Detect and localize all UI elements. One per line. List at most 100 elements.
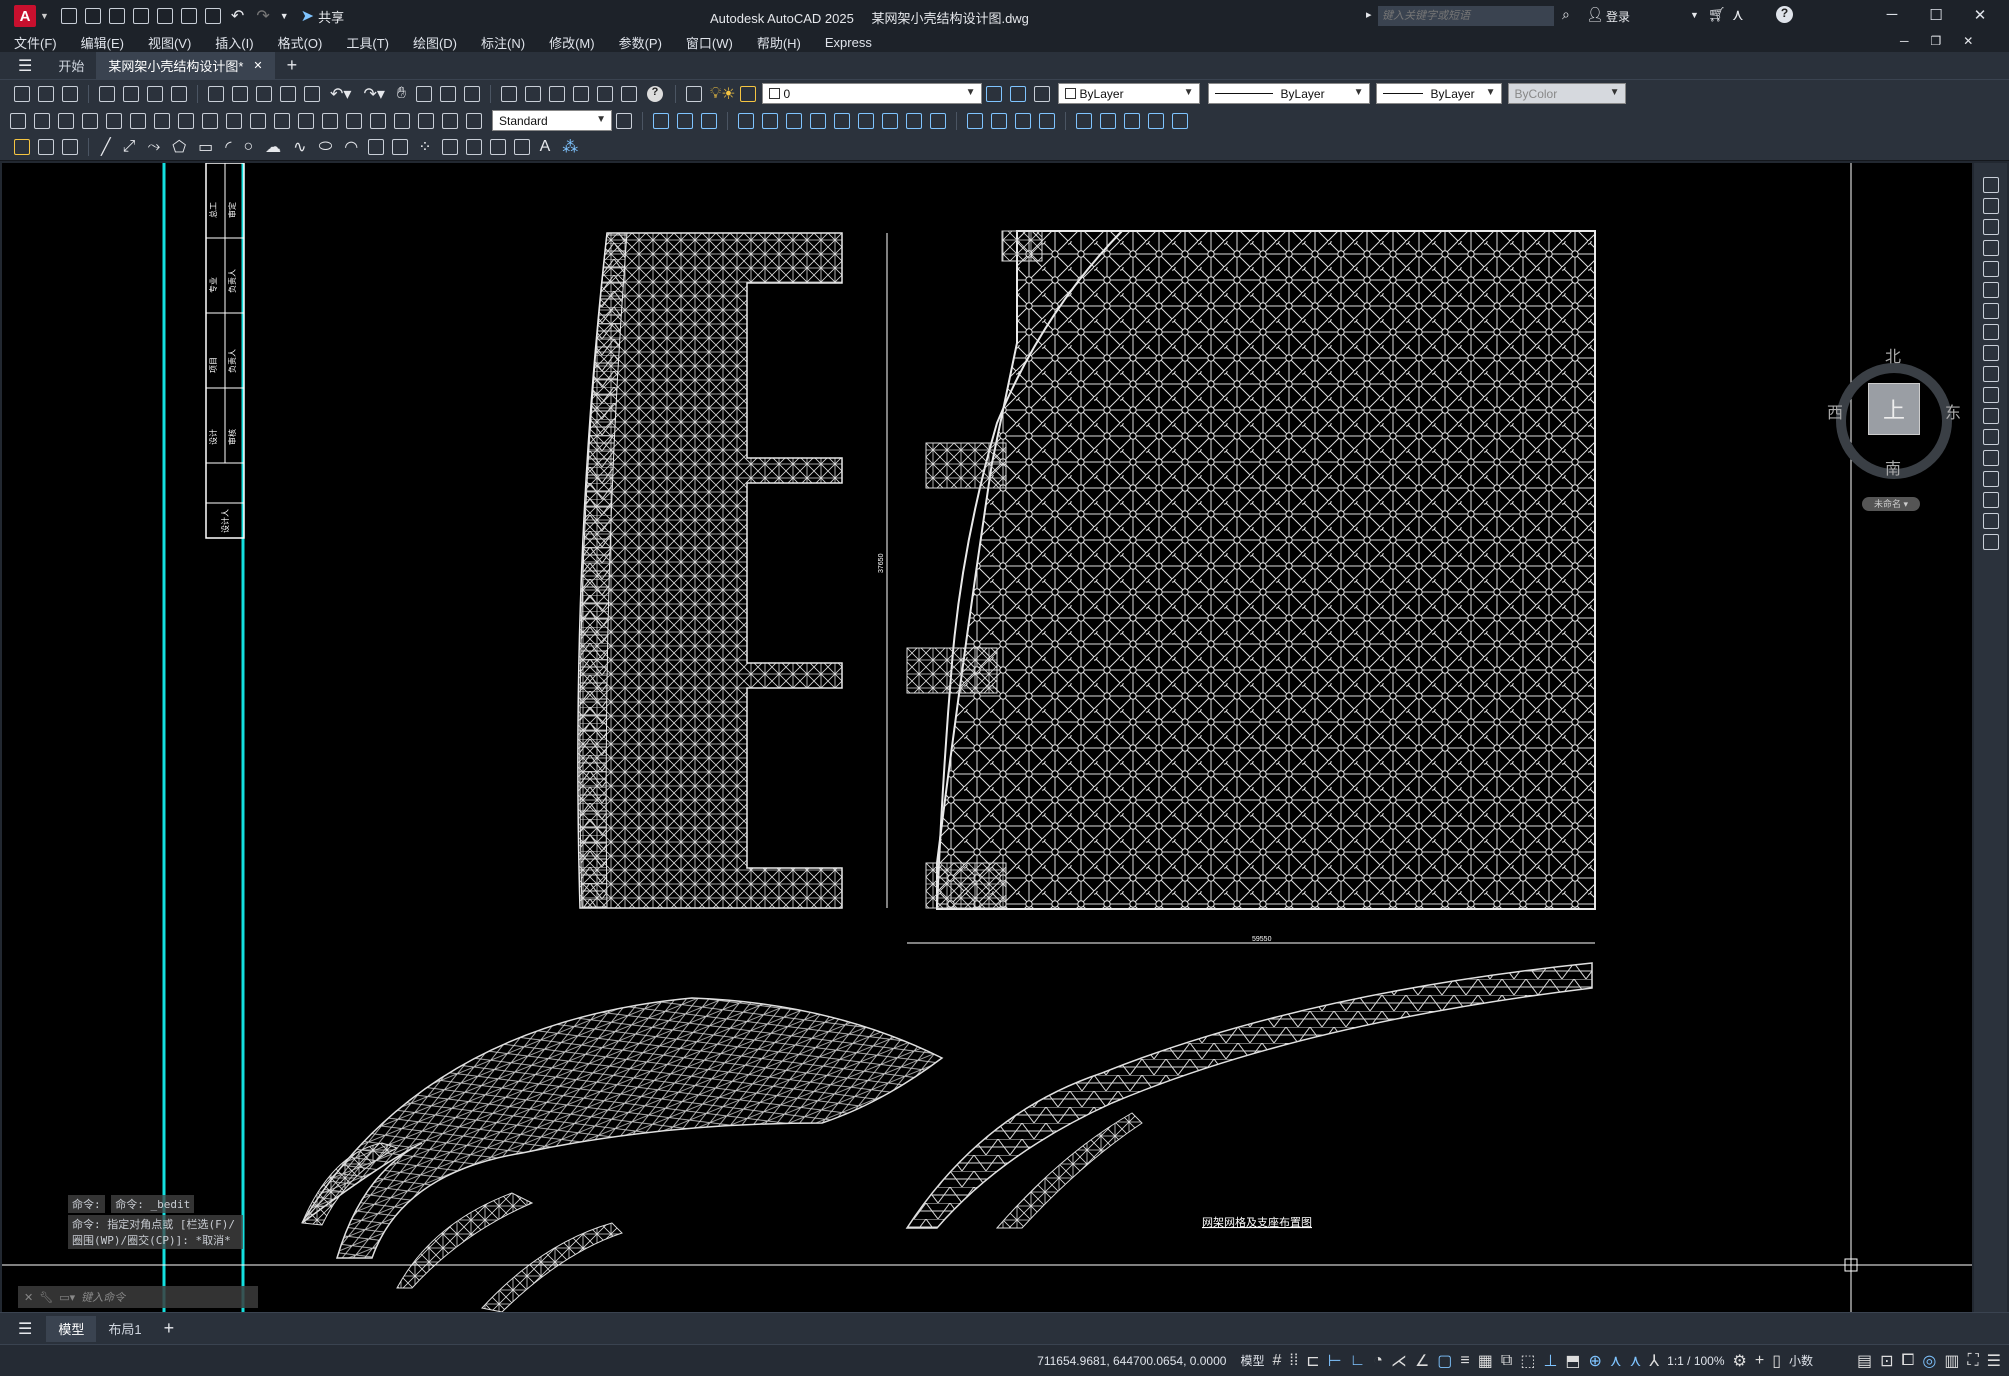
add-selected-icon[interactable]: ⁂ (562, 137, 578, 157)
open-icon[interactable] (38, 85, 54, 102)
close-command-icon[interactable]: ✕ (24, 1291, 33, 1304)
block-editor-icon[interactable] (304, 85, 320, 102)
maximize-window-button[interactable]: ☐ (1914, 6, 1958, 24)
search-icon[interactable]: ⌕ (1562, 6, 1570, 23)
dim-update-icon[interactable] (466, 112, 482, 129)
pan-icon[interactable]: ✋︎ (397, 85, 406, 103)
line-icon[interactable]: ╱ (101, 137, 111, 157)
command-line[interactable]: ✕ 🔧︎ ▭▾ 键入命令 (18, 1286, 258, 1308)
annotation-visibility-icon[interactable]: ⋏ (1610, 1351, 1622, 1371)
customize-quick-access-icon[interactable]: ▼ (280, 11, 289, 21)
menu-dimension[interactable]: 标注(N) (481, 33, 525, 52)
new-file-icon[interactable] (60, 8, 77, 24)
dim-text-edit-icon[interactable] (442, 112, 458, 129)
table-icon[interactable] (513, 139, 530, 155)
rotate-icon[interactable] (1982, 303, 1999, 319)
isodraft-icon[interactable]: ⋌ (1391, 1351, 1407, 1371)
baseline-icon[interactable] (226, 112, 242, 129)
move-icon[interactable] (1982, 282, 1999, 298)
doc-restore-button[interactable]: ❐ (1931, 34, 1942, 48)
dim-edit-icon[interactable] (418, 112, 434, 129)
view-sw-iso-icon[interactable] (1124, 112, 1140, 129)
layer-state-icon[interactable] (1033, 85, 1050, 102)
user-icon[interactable]: 👤︎ (1586, 6, 1604, 23)
revcloud-icon[interactable]: ☁︎ (265, 137, 281, 157)
ucs-zaxis-icon[interactable] (906, 112, 922, 129)
workspace-icon[interactable]: ⚙ (1733, 1351, 1747, 1371)
coordinates-readout[interactable]: 711654.9681, 644700.0654, 0.0000 (1037, 1354, 1226, 1368)
viewcube[interactable]: 上 北 南 西 东 未命名 ▾ (1822, 343, 1972, 511)
radius-dim-icon[interactable] (106, 112, 122, 129)
lineweight-toggle-icon[interactable]: ≡ (1460, 1352, 1469, 1370)
add-layout-icon[interactable]: + (164, 1318, 175, 1339)
linear-dim-icon[interactable] (10, 112, 26, 129)
ellipse-icon[interactable]: ⬭ (319, 138, 333, 156)
new-tab-icon[interactable]: + (287, 55, 298, 76)
save-as-icon[interactable] (132, 8, 149, 24)
menu-tools[interactable]: 工具(T) (346, 33, 389, 52)
dynamic-ucs-icon[interactable]: ⊥ (1543, 1351, 1557, 1371)
doc-minimize-button[interactable]: ─ (1900, 34, 1909, 48)
explode-icon[interactable] (1982, 534, 1999, 550)
jogged-icon[interactable] (130, 112, 146, 129)
extend-icon[interactable] (1982, 387, 1999, 403)
publish-icon[interactable] (147, 85, 163, 102)
units-icon[interactable]: ▯ (1772, 1351, 1781, 1371)
properties-icon[interactable] (501, 85, 517, 102)
redo-icon[interactable]: ↷ (256, 6, 269, 26)
layer-freeze-icon[interactable]: ☀ (721, 84, 735, 104)
zoom-realtime-icon[interactable] (416, 85, 432, 102)
drawing-canvas[interactable]: 总工 审定 专业 负责人 项目 负责人 设计 审核 设计人 37650 5955… (2, 163, 1972, 1312)
diameter-dim-icon[interactable] (154, 112, 170, 129)
infer-constraints-icon[interactable]: ⊏ (1306, 1351, 1319, 1371)
graphics-performance-icon[interactable]: ◎ (1922, 1351, 1936, 1371)
zoom-window-icon[interactable] (440, 85, 456, 102)
blend-icon[interactable] (1982, 513, 1999, 529)
redo-tb-icon[interactable]: ↷▾ (363, 84, 384, 104)
view-top-icon[interactable] (967, 112, 983, 129)
menu-express[interactable]: Express (825, 35, 872, 50)
menu-insert[interactable]: 插入(I) (215, 33, 253, 52)
dim-style-manager-icon[interactable] (616, 112, 632, 129)
layer-previous-icon[interactable] (1009, 85, 1026, 102)
mirror-icon[interactable] (1982, 219, 1999, 235)
object-snap-icon[interactable]: ▢ (1437, 1351, 1452, 1371)
hatch-icon[interactable] (441, 139, 458, 155)
copy-icon[interactable] (232, 85, 248, 102)
viewcube-top-face[interactable]: 上 (1868, 383, 1920, 435)
plotstyle-dropdown[interactable]: ByColor ▼ (1507, 83, 1626, 104)
edit-block-icon[interactable] (14, 139, 30, 155)
transparency-icon[interactable]: ▦ (1478, 1351, 1493, 1371)
preview-icon[interactable] (123, 85, 139, 102)
view-left-icon[interactable] (1015, 112, 1031, 129)
layer-dropdown[interactable]: 0 ▼ (761, 83, 982, 104)
tab-layout1[interactable]: 布局1 (96, 1316, 153, 1342)
command-input[interactable]: 键入命令 (81, 1289, 125, 1305)
ucs-world-icon[interactable] (762, 112, 778, 129)
gradient-icon[interactable] (465, 139, 482, 155)
compass-south[interactable]: 南 (1885, 455, 1901, 479)
view-front-icon[interactable] (1076, 112, 1092, 129)
ucs-icon[interactable] (738, 112, 754, 129)
insert-block-icon[interactable] (38, 139, 54, 155)
object-snap-tracking-icon[interactable]: ∠ (1415, 1351, 1429, 1371)
match-properties-icon[interactable] (280, 85, 296, 102)
menu-view[interactable]: 视图(V) (148, 33, 191, 52)
color-dropdown[interactable]: ByLayer ▼ (1057, 83, 1200, 104)
ucs-object-icon[interactable] (834, 112, 850, 129)
login-button[interactable]: 登录 (1606, 8, 1630, 25)
close-window-button[interactable]: ✕ (1958, 6, 2002, 24)
compass-west[interactable]: 西 (1827, 399, 1843, 423)
help-tb-icon[interactable]: ? (647, 85, 663, 102)
ucs-previous-icon[interactable] (786, 112, 802, 129)
ucs-view-icon[interactable] (858, 112, 874, 129)
menu-format[interactable]: 格式(O) (278, 33, 323, 52)
join-icon[interactable] (1982, 450, 1999, 466)
customize-command-icon[interactable]: 🔧︎ (39, 1291, 53, 1304)
view-bottom-icon[interactable] (991, 112, 1007, 129)
search-input[interactable] (1378, 6, 1554, 26)
app-menu-chevron-icon[interactable]: ▼ (40, 11, 49, 21)
share-button[interactable]: 共享 (318, 7, 344, 26)
trim-icon[interactable] (1982, 366, 1999, 382)
undo-tb-icon[interactable]: ↶▾ (330, 84, 351, 104)
